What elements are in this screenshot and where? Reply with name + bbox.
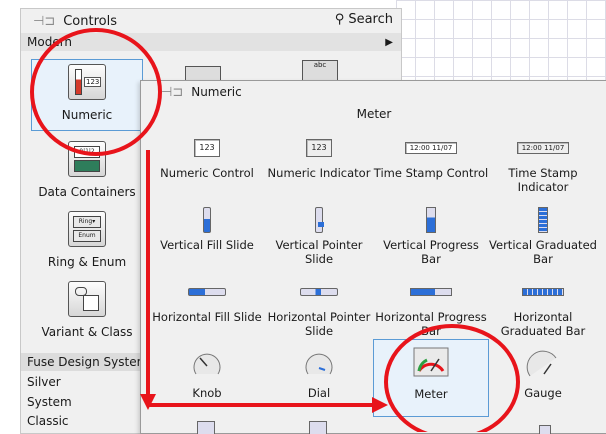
palette-cell[interactable]: Vertical Graduated Bar: [485, 205, 601, 277]
palette-cell[interactable]: Knob: [149, 343, 265, 415]
vertical-pointer-slide-icon: [314, 205, 324, 235]
modern-label: Modern: [27, 35, 73, 49]
timestamp-indicator-icon: 12:00 11/07: [516, 133, 570, 163]
controls-title: Controls: [63, 13, 117, 29]
ring-enum-item[interactable]: Ring▾ Enum Ring & Enum: [31, 205, 143, 277]
hidden-string-icon: abc: [302, 60, 338, 81]
dial-icon: [302, 343, 336, 383]
item-label: Data Containers: [38, 185, 136, 199]
search-button[interactable]: ⚲ Search: [335, 12, 393, 27]
palette-cell[interactable]: Vertical Fill Slide: [149, 205, 265, 277]
next-row-icon: [309, 421, 327, 434]
numeric-icon: 123: [68, 64, 106, 100]
expand-arrow-icon: ▶: [385, 36, 393, 48]
numeric-palette: ⊣⊐ Numeric Meter 123 Numeric Control 123…: [140, 80, 606, 434]
search-label: Search: [348, 12, 393, 27]
palette-cell[interactable]: Vertical Progress Bar: [373, 205, 489, 277]
variant-class-item[interactable]: Variant & Class: [31, 275, 143, 347]
search-icon: ⚲: [334, 12, 345, 27]
horizontal-progress-bar-icon: [410, 277, 452, 307]
vertical-progress-bar-icon: [426, 205, 436, 235]
meter-icon: [413, 340, 449, 384]
item-label: Variant & Class: [41, 325, 133, 339]
hidden-boolean-icon: [185, 66, 221, 81]
palette-cell[interactable]: 12:00 11/07 Time Stamp Control: [373, 133, 489, 205]
palette-cell[interactable]: Vertical Pointer Slide: [261, 205, 377, 277]
next-row-icon: [197, 421, 215, 434]
data-containers-item[interactable]: 0|1|2 Data Containers: [31, 135, 143, 207]
palette-cell[interactable]: 12:00 11/07 Time Stamp Indicator: [485, 133, 601, 205]
palette-cell[interactable]: 123 Numeric Control: [149, 133, 265, 205]
pin-icon[interactable]: ⊣⊐: [33, 14, 55, 29]
palette-cell[interactable]: Horizontal Pointer Slide: [261, 277, 377, 349]
palette-cell[interactable]: Horizontal Graduated Bar: [485, 277, 601, 349]
numeric-title: Numeric: [191, 85, 242, 99]
palette-cell[interactable]: Gauge: [485, 343, 601, 415]
ring-enum-icon: Ring▾ Enum: [68, 211, 106, 247]
numeric-indicator-icon: 123: [306, 133, 332, 163]
controls-header: ⊣⊐ Controls ⚲ Search: [21, 9, 401, 33]
numeric-category-item[interactable]: 123 Numeric: [31, 59, 143, 131]
palette-cell[interactable]: Horizontal Fill Slide: [149, 277, 265, 349]
palette-cell[interactable]: Dial: [261, 343, 377, 415]
item-label: Numeric: [61, 108, 113, 122]
palette-cell[interactable]: 123 Numeric Indicator: [261, 133, 377, 205]
knob-icon: [190, 343, 224, 383]
pin-icon[interactable]: ⊣⊐: [161, 85, 183, 100]
numeric-control-icon: 123: [194, 133, 220, 163]
gauge-icon: [526, 343, 560, 383]
timestamp-control-icon: 12:00 11/07: [404, 133, 458, 163]
vertical-fill-slide-icon: [203, 205, 211, 235]
selected-item-name: Meter: [356, 107, 392, 121]
modern-category[interactable]: Modern ▶: [21, 33, 401, 51]
horizontal-fill-slide-icon: [188, 277, 226, 307]
variant-class-icon: [68, 281, 106, 317]
next-row-icon: [539, 425, 551, 434]
numeric-header: ⊣⊐ Numeric: [141, 81, 606, 103]
data-containers-icon: 0|1|2: [68, 141, 106, 177]
palette-cell-selected[interactable]: Meter: [373, 339, 489, 417]
horizontal-graduated-bar-icon: [522, 277, 564, 307]
horizontal-pointer-slide-icon: [300, 277, 338, 307]
item-label: Ring & Enum: [47, 255, 127, 269]
vertical-graduated-bar-icon: [538, 205, 548, 235]
